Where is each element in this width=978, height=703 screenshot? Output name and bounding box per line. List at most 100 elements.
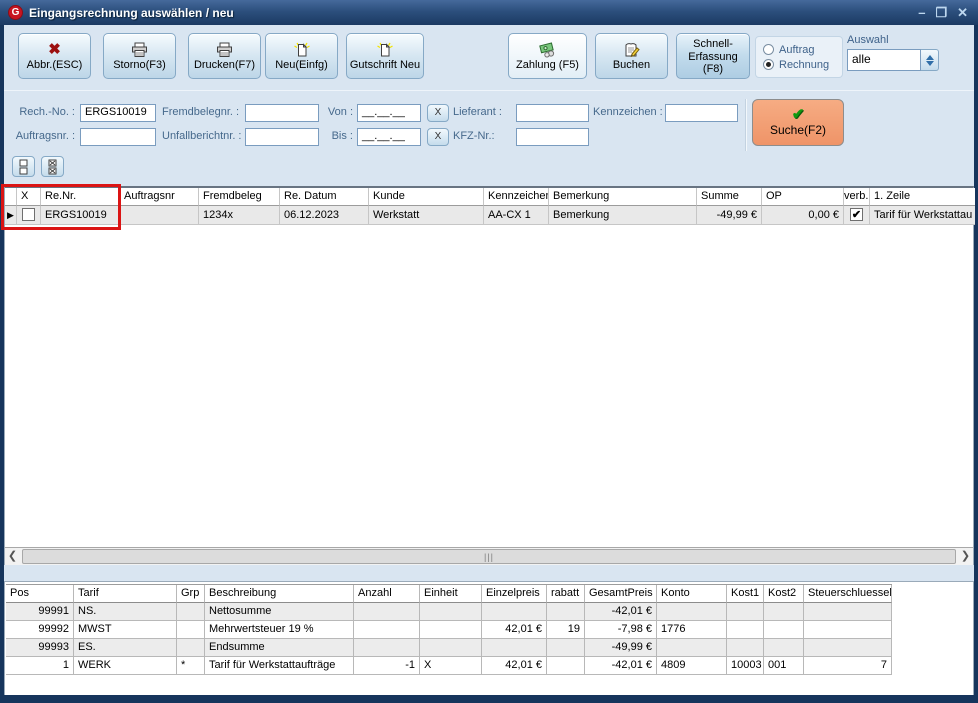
close-icon[interactable]: ✕ bbox=[957, 6, 968, 19]
cell-fremdbeleg[interactable]: 1234x bbox=[199, 206, 280, 225]
cell-gesamtpreis[interactable]: -42,01 € bbox=[585, 657, 657, 675]
cell-gesamtpreis[interactable]: -42,01 € bbox=[585, 603, 657, 621]
cell-kost1[interactable]: 10003 bbox=[727, 657, 764, 675]
cell-beschreibung[interactable]: Nettosumme bbox=[205, 603, 354, 621]
neu-button[interactable]: Neu(Einfg) bbox=[265, 33, 338, 79]
position-row-mwst[interactable]: 99992 MWST Mehrwertsteuer 19 % 42,01 € 1… bbox=[6, 621, 892, 639]
col-tarif[interactable]: Tarif bbox=[74, 585, 177, 603]
col-kennzeichen[interactable]: Kennzeichen bbox=[484, 188, 549, 206]
col-auftragsnr[interactable]: Auftragsnr bbox=[120, 188, 199, 206]
cell-gesamtpreis[interactable]: -7,98 € bbox=[585, 621, 657, 639]
cell-kost2[interactable] bbox=[764, 603, 804, 621]
cell-grp[interactable] bbox=[177, 621, 205, 639]
schnell-erfassung-button[interactable]: Schnell- Erfassung (F8) bbox=[676, 33, 750, 79]
cell-anzahl[interactable] bbox=[354, 603, 420, 621]
cell-tarif[interactable]: WERK bbox=[74, 657, 177, 675]
lieferant-input[interactable] bbox=[516, 104, 589, 122]
zahlung-button[interactable]: Zahlung (F5) bbox=[508, 33, 587, 79]
col-1-zeile[interactable]: 1. Zeile bbox=[870, 188, 975, 206]
rech-no-input[interactable]: ERGS10019 bbox=[80, 104, 156, 122]
cell-tarif[interactable]: NS. bbox=[74, 603, 177, 621]
col-einzelpreis[interactable]: Einzelpreis bbox=[482, 585, 547, 603]
cell-rabatt[interactable] bbox=[547, 657, 585, 675]
buchen-button[interactable]: Buchen bbox=[595, 33, 668, 79]
row-select-checkbox[interactable] bbox=[17, 206, 41, 225]
gutschrift-neu-button[interactable]: Gutschrift Neu bbox=[346, 33, 424, 79]
cell-beschreibung[interactable]: Mehrwertsteuer 19 % bbox=[205, 621, 354, 639]
von-date-input[interactable]: __.__.__ bbox=[357, 104, 421, 122]
cell-pos[interactable]: 99993 bbox=[6, 639, 74, 657]
abbr-button[interactable]: ✖ Abbr.(ESC) bbox=[18, 33, 91, 79]
cell-verb-checkbox[interactable]: ✔ bbox=[844, 206, 870, 225]
col-pos[interactable]: Pos bbox=[6, 585, 74, 603]
horizontal-scrollbar[interactable]: ❮ ||| ❯ bbox=[5, 547, 973, 565]
col-kunde[interactable]: Kunde bbox=[369, 188, 484, 206]
col-verb[interactable]: verb. bbox=[844, 188, 870, 206]
cell-steuerschluessel[interactable] bbox=[804, 639, 892, 657]
cell-summe[interactable]: -49,99 € bbox=[697, 206, 762, 225]
cell-konto[interactable]: 4809 bbox=[657, 657, 727, 675]
uncheck-all-button[interactable] bbox=[12, 156, 35, 177]
storno-button[interactable]: Storno(F3) bbox=[103, 33, 176, 79]
col-re-nr[interactable]: Re.Nr. bbox=[41, 188, 120, 206]
scrollbar-track[interactable]: ||| bbox=[20, 548, 958, 565]
cell-einheit[interactable] bbox=[420, 603, 482, 621]
col-grp[interactable]: Grp bbox=[177, 585, 205, 603]
cell-re-nr[interactable]: ERGS10019 bbox=[41, 206, 120, 225]
scrollbar-thumb[interactable]: ||| bbox=[22, 549, 956, 564]
cell-kost1[interactable] bbox=[727, 639, 764, 657]
fremdbelegnr-input[interactable] bbox=[245, 104, 319, 122]
col-konto[interactable]: Konto bbox=[657, 585, 727, 603]
col-kost1[interactable]: Kost1 bbox=[727, 585, 764, 603]
col-summe[interactable]: Summe bbox=[697, 188, 762, 206]
von-clear-button[interactable]: X bbox=[427, 104, 449, 122]
cell-op[interactable]: 0,00 € bbox=[762, 206, 844, 225]
cell-steuerschluessel[interactable]: 7 bbox=[804, 657, 892, 675]
maximize-icon[interactable]: ❐ bbox=[935, 6, 947, 19]
col-gesamtpreis[interactable]: GesamtPreis bbox=[585, 585, 657, 603]
kennzeichen-input[interactable] bbox=[665, 104, 738, 122]
cell-steuerschluessel[interactable] bbox=[804, 621, 892, 639]
cell-grp[interactable] bbox=[177, 639, 205, 657]
radio-rechnung[interactable]: Rechnung bbox=[763, 59, 842, 71]
unfallberichtnr-input[interactable] bbox=[245, 128, 319, 146]
cell-steuerschluessel[interactable] bbox=[804, 603, 892, 621]
cell-konto[interactable] bbox=[657, 639, 727, 657]
cell-tarif[interactable]: MWST bbox=[74, 621, 177, 639]
cell-beschreibung[interactable]: Endsumme bbox=[205, 639, 354, 657]
col-anzahl[interactable]: Anzahl bbox=[354, 585, 420, 603]
cell-einzelpreis[interactable] bbox=[482, 603, 547, 621]
minimize-icon[interactable]: – bbox=[918, 6, 925, 19]
cell-1-zeile[interactable]: Tarif für Werkstattau bbox=[870, 206, 975, 225]
drucken-button[interactable]: Drucken(F7) bbox=[188, 33, 261, 79]
col-bemerkung[interactable]: Bemerkung bbox=[549, 188, 697, 206]
cell-pos[interactable]: 1 bbox=[6, 657, 74, 675]
cell-beschreibung[interactable]: Tarif für Werkstattaufträge bbox=[205, 657, 354, 675]
cell-kost2[interactable] bbox=[764, 621, 804, 639]
spin-down-icon[interactable] bbox=[926, 61, 934, 66]
bis-clear-button[interactable]: X bbox=[427, 128, 449, 146]
cell-grp[interactable] bbox=[177, 603, 205, 621]
cell-kost2[interactable]: 001 bbox=[764, 657, 804, 675]
cell-einheit[interactable] bbox=[420, 621, 482, 639]
cell-konto[interactable]: 1776 bbox=[657, 621, 727, 639]
cell-einzelpreis[interactable]: 42,01 € bbox=[482, 621, 547, 639]
col-kost2[interactable]: Kost2 bbox=[764, 585, 804, 603]
suche-button[interactable]: ✔ Suche(F2) bbox=[752, 99, 844, 146]
col-beschreibung[interactable]: Beschreibung bbox=[205, 585, 354, 603]
auswahl-value-field[interactable]: alle bbox=[847, 49, 921, 71]
cell-einzelpreis[interactable] bbox=[482, 639, 547, 657]
cell-anzahl[interactable]: -1 bbox=[354, 657, 420, 675]
cell-einheit[interactable]: X bbox=[420, 657, 482, 675]
scroll-right-icon[interactable]: ❯ bbox=[958, 548, 973, 565]
cell-anzahl[interactable] bbox=[354, 621, 420, 639]
cell-pos[interactable]: 99992 bbox=[6, 621, 74, 639]
col-einheit[interactable]: Einheit bbox=[420, 585, 482, 603]
bis-date-input[interactable]: __.__.__ bbox=[357, 128, 421, 146]
cell-konto[interactable] bbox=[657, 603, 727, 621]
cell-re-datum[interactable]: 06.12.2023 bbox=[280, 206, 369, 225]
cell-bemerkung[interactable]: Bemerkung bbox=[549, 206, 697, 225]
cell-kost1[interactable] bbox=[727, 603, 764, 621]
spin-up-icon[interactable] bbox=[926, 55, 934, 60]
col-steuerschluessel[interactable]: Steuerschluessel bbox=[804, 585, 892, 603]
